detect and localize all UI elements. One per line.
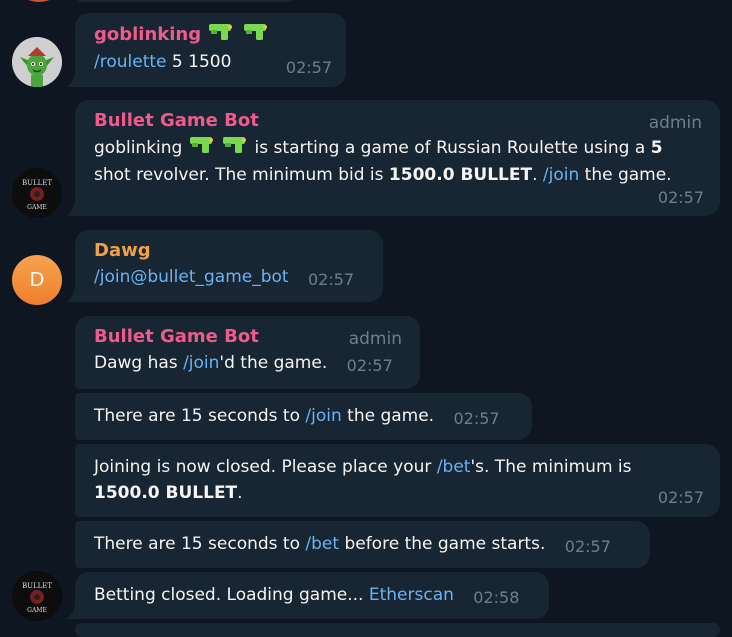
bullet-game-logo-icon: BULLET GAME [12, 168, 62, 218]
dawg-avatar[interactable]: D [12, 255, 62, 305]
bubble-tail [67, 601, 76, 619]
command-link[interactable]: /roulette [94, 52, 167, 72]
svg-text:GAME: GAME [27, 204, 47, 211]
bot-avatar[interactable]: BULLET GAME [12, 571, 62, 621]
bot-avatar[interactable]: BULLET GAME [12, 168, 62, 218]
command-link[interactable]: /join [183, 353, 219, 373]
bubble-tail [67, 198, 76, 216]
goblin-icon [12, 37, 62, 87]
message-bubble[interactable]: Bullet Game Bot admin goblinking is star… [67, 100, 720, 216]
water-pistol-icon [189, 134, 215, 162]
message-text: goblinking is starting a game of Russian… [94, 134, 700, 188]
etherscan-link[interactable]: Etherscan [369, 585, 454, 605]
sender-name[interactable]: goblinking [94, 21, 326, 49]
message-bubble[interactable]: There are 15 seconds to /bet before the … [75, 521, 650, 568]
next-bubble-edge [75, 623, 720, 637]
water-pistol-icon [222, 134, 248, 162]
message-text: There are 15 seconds to /bet before the … [94, 531, 630, 557]
message-time: 02:57 [657, 488, 704, 507]
message-bubble[interactable]: There are 15 seconds to /join the game. … [75, 393, 532, 440]
message-time: 02:58 [473, 588, 520, 607]
message-text: /join@bullet_game_bot 02:57 [94, 264, 363, 290]
message-bubble[interactable]: goblinking /roulette 5 1500 02:57 [67, 13, 346, 87]
command-link[interactable]: /join [543, 165, 579, 185]
prev-avatar-edge [14, 0, 64, 2]
message-bubble[interactable]: Dawg /join@bullet_game_bot 02:57 [67, 230, 383, 302]
water-pistol-icon [243, 21, 269, 49]
svg-text:BULLET: BULLET [22, 582, 52, 590]
message-time: 02:57 [453, 409, 500, 428]
sender-name[interactable]: Dawg [94, 238, 363, 264]
bubble-tail [67, 284, 76, 302]
command-link[interactable]: /join [305, 406, 341, 426]
admin-badge: admin [348, 329, 402, 349]
svg-text:BULLET: BULLET [22, 179, 52, 187]
bubble-tail [67, 69, 76, 87]
message-text: There are 15 seconds to /join the game. … [94, 403, 512, 429]
avatar-letter: D [29, 268, 45, 291]
message-text: Betting closed. Loading game... Ethersca… [94, 582, 529, 608]
message-time: 02:57 [285, 58, 332, 77]
message-time: 02:57 [307, 270, 355, 289]
message-text: Joining is now closed. Please place your… [94, 457, 632, 503]
command-link[interactable]: /bet [437, 457, 471, 477]
message-time: 02:57 [564, 537, 611, 556]
goblin-avatar[interactable] [12, 37, 62, 87]
svg-text:GAME: GAME [27, 607, 47, 614]
water-pistol-icon [208, 21, 234, 49]
message-bubble[interactable]: Joining is now closed. Please place your… [75, 444, 720, 517]
message-time: 02:57 [346, 356, 393, 375]
bullet-game-logo-icon: BULLET GAME [12, 571, 62, 621]
command-link[interactable]: /bet [305, 534, 339, 554]
sender-name[interactable]: Bullet Game Bot [94, 108, 700, 134]
command-link[interactable]: /join@bullet_game_bot [94, 267, 289, 287]
message-bubble[interactable]: Bullet Game Bot admin Dawg has /join'd t… [75, 316, 420, 389]
prev-bubble-edge [75, 0, 295, 2]
message-text: Dawg has /join'd the game. 02:57 [94, 350, 400, 376]
message-time: 02:57 [657, 188, 704, 207]
admin-badge: admin [648, 113, 702, 133]
message-bubble[interactable]: Betting closed. Loading game... Ethersca… [67, 572, 549, 619]
